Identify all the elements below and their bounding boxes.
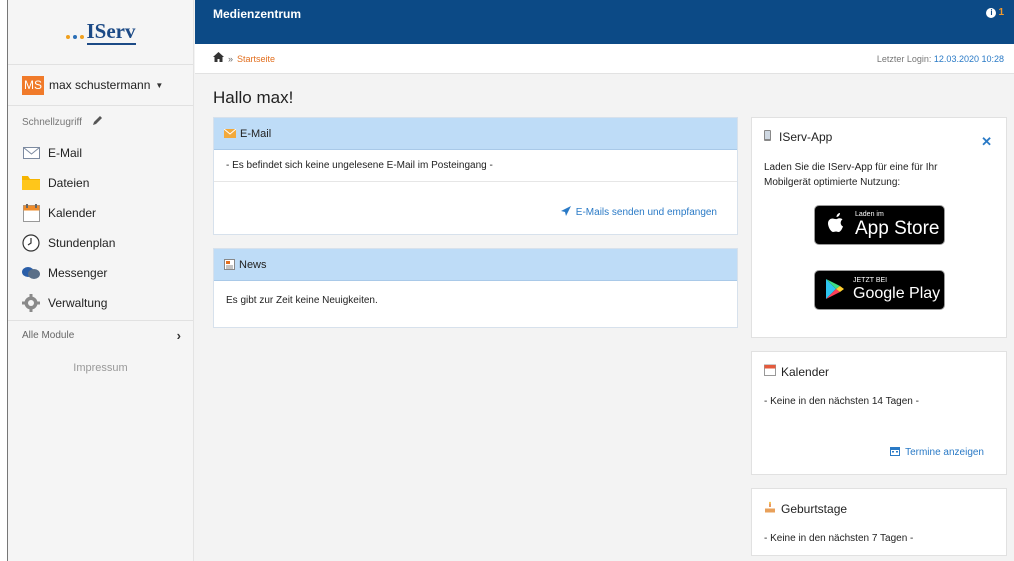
- email-card-message: - Es befindet sich keine ungelesene E-Ma…: [214, 150, 737, 182]
- google-play-big-text: Google Play: [853, 285, 941, 302]
- sidebar-item-label: Kalender: [48, 206, 97, 220]
- cake-icon: [764, 501, 776, 516]
- logo-text: IServ: [86, 18, 136, 45]
- google-play-icon: [825, 278, 845, 303]
- calendar-card: Kalender - Keine in den nächsten 14 Tage…: [751, 351, 1007, 475]
- show-appointments-link[interactable]: Termine anzeigen: [890, 446, 984, 459]
- google-play-text: JETZT BEI Google Play: [853, 277, 940, 303]
- calendar-icon: [890, 446, 901, 459]
- iserv-logo[interactable]: IServ: [65, 18, 136, 45]
- close-icon[interactable]: ✕: [981, 134, 992, 150]
- quick-access-header: Schnellzugriff: [8, 106, 193, 138]
- google-play-badge[interactable]: JETZT BEI Google Play: [814, 270, 945, 310]
- paper-plane-icon: [560, 206, 571, 219]
- birthday-card-header: Geburtstage: [764, 501, 847, 516]
- breadcrumb-separator: »: [228, 53, 234, 64]
- breadcrumb-current[interactable]: Startseite: [237, 54, 275, 64]
- site-title: Medienzentrum: [213, 7, 302, 21]
- window-frame: [0, 0, 8, 561]
- birthday-card: Geburtstage - Keine in den nächsten 7 Ta…: [751, 488, 1007, 556]
- sidebar-item-messenger[interactable]: Messenger: [8, 258, 193, 288]
- sidebar-item-label: Dateien: [48, 176, 90, 190]
- sidebar-item-label: E-Mail: [48, 146, 83, 160]
- show-appointments-label: Termine anzeigen: [905, 447, 984, 458]
- birthday-card-title: Geburtstage: [781, 501, 848, 516]
- impressum-link[interactable]: Impressum: [8, 362, 193, 374]
- iserv-app-card-title: IServ-App: [779, 130, 833, 144]
- app-store-big-text: App Store: [855, 218, 940, 239]
- app-store-text: Laden im App Store: [855, 211, 940, 239]
- news-card-header[interactable]: News: [214, 249, 737, 281]
- pencil-icon[interactable]: [92, 115, 103, 129]
- gear-icon: [22, 294, 40, 312]
- last-login-label: Letzter Login:: [876, 54, 932, 64]
- calendar-icon: [764, 364, 776, 379]
- notification-count: 1: [998, 7, 1004, 18]
- notification-indicator[interactable]: i 1: [986, 7, 1004, 18]
- folder-icon: [22, 174, 40, 192]
- user-name: max schustermann: [49, 78, 151, 92]
- quick-access-label: Schnellzugriff: [22, 116, 82, 128]
- logo-area[interactable]: IServ: [8, 0, 193, 64]
- sidebar-item-label: Messenger: [48, 266, 108, 280]
- sidebar-item-files[interactable]: Dateien: [8, 168, 193, 198]
- sidebar-item-calendar[interactable]: Kalender: [8, 198, 193, 228]
- page-title: Hallo max!: [213, 88, 294, 107]
- sidebar-item-timetable[interactable]: Stundenplan: [8, 228, 193, 258]
- top-bar: Medienzentrum i 1: [195, 0, 1014, 44]
- apple-icon: [827, 212, 847, 239]
- app-store-badge[interactable]: Laden im App Store: [814, 205, 945, 245]
- all-modules-toggle[interactable]: Alle Module ›: [8, 320, 193, 350]
- email-card-title: E-Mail: [240, 127, 272, 140]
- news-card: News Es gibt zur Zeit keine Neuigkeiten.: [213, 248, 738, 328]
- calendar-card-title: Kalender: [781, 364, 830, 379]
- iserv-app-card-text: Laden Sie die IServ-App für eine für Ihr…: [764, 162, 938, 188]
- last-login: Letzter Login: 12.03.2020 10:28: [877, 54, 1004, 64]
- google-play-small-text: JETZT BEI: [853, 277, 888, 284]
- caret-down-icon: ▼: [155, 80, 164, 90]
- email-card-header[interactable]: E-Mail: [214, 118, 737, 150]
- iserv-app-card-header: IServ-App: [764, 130, 832, 144]
- phone-icon: [764, 130, 771, 144]
- sidebar-item-email[interactable]: E-Mail: [8, 138, 193, 168]
- sidebar-item-label: Verwaltung: [48, 296, 108, 310]
- send-receive-email-label: E-Mails senden und empfangen: [575, 207, 717, 218]
- chat-icon: [22, 264, 40, 282]
- envelope-icon: [22, 144, 40, 162]
- info-icon: i: [986, 7, 997, 18]
- news-icon: [224, 259, 235, 270]
- envelope-icon: [223, 128, 237, 138]
- all-modules-label: Alle Module: [22, 330, 75, 341]
- user-menu[interactable]: MS max schustermann ▼: [8, 64, 193, 106]
- calendar-card-message: - Keine in den nächsten 14 Tagen -: [764, 396, 919, 407]
- last-login-value[interactable]: 12.03.2020 10:28: [934, 54, 1004, 64]
- chevron-right-icon: ›: [176, 328, 181, 343]
- birthday-card-message: - Keine in den nächsten 7 Tagen -: [764, 533, 914, 544]
- sidebar-item-administration[interactable]: Verwaltung: [8, 288, 193, 318]
- breadcrumb: » Startseite Letzter Login: 12.03.2020 1…: [195, 44, 1014, 74]
- calendar-icon: [22, 204, 40, 222]
- avatar: MS: [22, 75, 44, 95]
- news-card-title: News: [239, 258, 267, 271]
- news-card-message: Es gibt zur Zeit keine Neuigkeiten.: [226, 295, 378, 306]
- iserv-app-card: IServ-App ✕ Laden Sie die IServ-App für …: [751, 117, 1007, 338]
- sidebar-item-label: Stundenplan: [48, 236, 116, 250]
- calendar-card-header: Kalender: [764, 364, 829, 379]
- logo-dots: [65, 34, 84, 39]
- home-icon[interactable]: [213, 52, 224, 65]
- send-receive-email-link[interactable]: E-Mails senden und empfangen: [560, 206, 717, 219]
- clock-icon: [22, 234, 40, 252]
- email-card: E-Mail - Es befindet sich keine ungelese…: [213, 117, 738, 235]
- sidebar: IServ MS max schustermann ▼ Schnellzugri…: [8, 0, 194, 561]
